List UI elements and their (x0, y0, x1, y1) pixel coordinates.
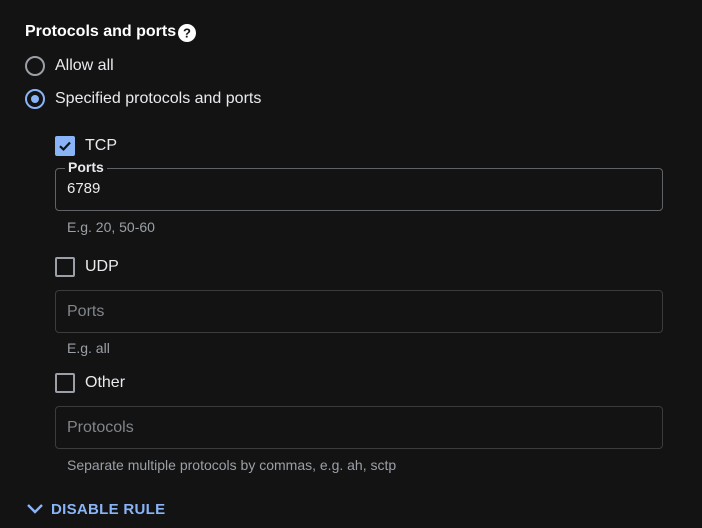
tcp-label: TCP (85, 137, 117, 154)
udp-checkbox[interactable] (55, 257, 75, 277)
tcp-ports-hint: E.g. 20, 50-60 (67, 219, 155, 235)
udp-ports-hint: E.g. all (67, 340, 110, 356)
udp-label: UDP (85, 258, 119, 275)
protocols-and-ports-panel: Protocols and ports ? Allow all Specifie… (0, 0, 702, 528)
help-icon[interactable]: ? (178, 24, 196, 42)
other-checkbox-row[interactable]: Other (55, 372, 125, 394)
checkmark-icon (59, 141, 71, 152)
section-title: Protocols and ports (25, 23, 177, 40)
udp-checkbox-row[interactable]: UDP (55, 256, 119, 278)
disable-rule-button[interactable]: DISABLE RULE (25, 499, 165, 519)
radio-specified-protocols[interactable]: Specified protocols and ports (25, 88, 261, 110)
other-label: Other (85, 374, 126, 391)
other-protocols-hint: Separate multiple protocols by commas, e… (67, 457, 397, 473)
tcp-ports-field[interactable]: Ports (55, 159, 663, 211)
other-checkbox[interactable] (55, 373, 75, 393)
tcp-ports-input[interactable] (67, 180, 647, 197)
tcp-checkbox[interactable] (55, 136, 75, 156)
radio-button[interactable] (25, 56, 45, 76)
tcp-ports-field-label: Ports (65, 159, 107, 175)
radio-label-allow-all: Allow all (55, 57, 114, 74)
udp-ports-field[interactable]: Ports (55, 290, 663, 333)
disable-rule-label: DISABLE RULE (51, 500, 166, 518)
udp-ports-placeholder: Ports (67, 303, 105, 320)
other-protocols-placeholder: Protocols (67, 419, 134, 436)
tcp-checkbox-row[interactable]: TCP (55, 135, 117, 157)
radio-button-selected[interactable] (25, 89, 45, 109)
other-protocols-field[interactable]: Protocols (55, 406, 663, 449)
radio-label-specified: Specified protocols and ports (55, 90, 262, 107)
radio-allow-all[interactable]: Allow all (25, 55, 114, 77)
svg-text:?: ? (183, 26, 191, 41)
chevron-down-icon (27, 504, 43, 514)
